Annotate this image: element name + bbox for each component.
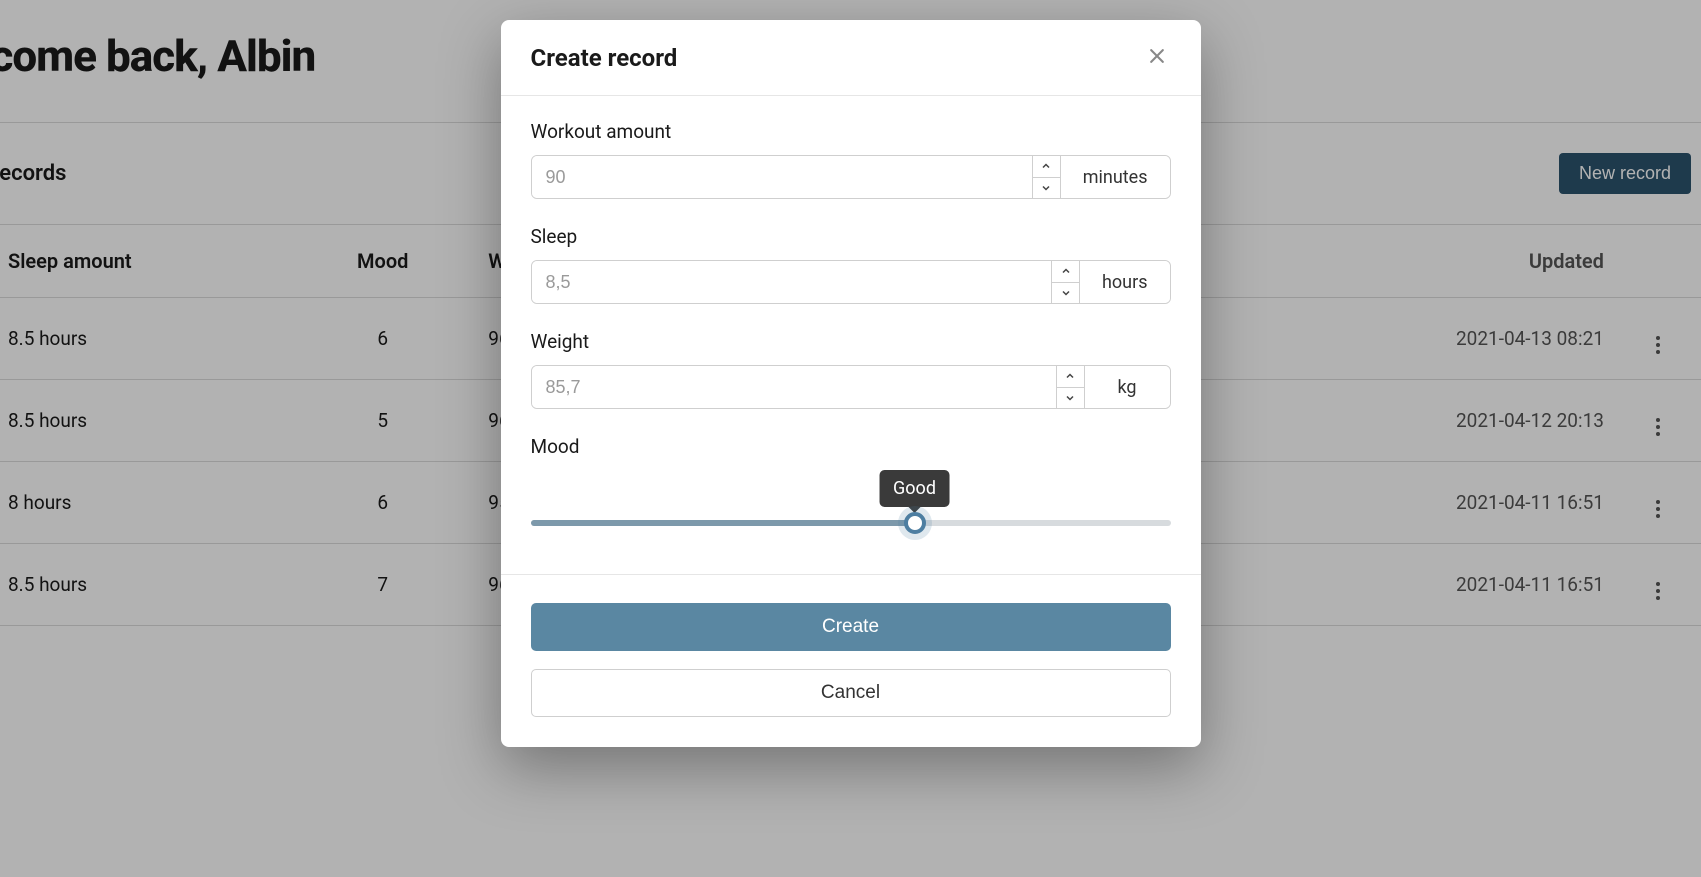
chevron-up-icon: [1064, 370, 1076, 382]
sleep-input[interactable]: [532, 261, 1052, 303]
sleep-step-up[interactable]: [1052, 261, 1079, 282]
weight-step-up[interactable]: [1057, 366, 1084, 387]
mood-slider-track[interactable]: [531, 520, 1171, 526]
field-sleep-label: Sleep: [531, 225, 1171, 248]
cancel-button[interactable]: Cancel: [531, 669, 1171, 717]
mood-slider-fill: [531, 520, 915, 526]
modal-footer: Create Cancel: [501, 574, 1201, 747]
modal-title: Create record: [531, 44, 678, 72]
weight-step-down[interactable]: [1057, 387, 1084, 409]
modal-header: Create record: [501, 20, 1201, 96]
modal-close-button[interactable]: [1143, 42, 1171, 73]
mood-slider[interactable]: Good: [531, 470, 1171, 540]
modal-overlay[interactable]: Create record Workout amount: [0, 0, 1701, 877]
chevron-down-icon: [1060, 287, 1072, 299]
sleep-step-down[interactable]: [1052, 282, 1079, 304]
chevron-down-icon: [1064, 392, 1076, 404]
modal-body: Workout amount minutes Slee: [501, 96, 1201, 574]
sleep-input-group: hours: [531, 260, 1171, 304]
sleep-stepper: [1051, 261, 1079, 303]
workout-input[interactable]: [532, 156, 1032, 198]
weight-input-group: kg: [531, 365, 1171, 409]
field-mood-label: Mood: [531, 435, 1171, 458]
workout-step-up[interactable]: [1033, 156, 1060, 177]
weight-unit: kg: [1084, 366, 1170, 408]
field-sleep: Sleep hours: [531, 225, 1171, 304]
close-icon: [1147, 46, 1167, 66]
weight-stepper: [1056, 366, 1084, 408]
field-weight: Weight kg: [531, 330, 1171, 409]
mood-slider-thumb[interactable]: [904, 512, 926, 534]
chevron-up-icon: [1060, 265, 1072, 277]
workout-unit: minutes: [1060, 156, 1170, 198]
workout-stepper: [1032, 156, 1060, 198]
field-mood: Mood Good: [531, 435, 1171, 540]
chevron-up-icon: [1040, 160, 1052, 172]
field-workout: Workout amount minutes: [531, 120, 1171, 199]
sleep-unit: hours: [1079, 261, 1170, 303]
weight-input[interactable]: [532, 366, 1056, 408]
workout-input-group: minutes: [531, 155, 1171, 199]
field-weight-label: Weight: [531, 330, 1171, 353]
workout-step-down[interactable]: [1033, 177, 1060, 199]
create-button[interactable]: Create: [531, 603, 1171, 651]
field-workout-label: Workout amount: [531, 120, 1171, 143]
mood-tooltip: Good: [879, 470, 950, 507]
chevron-down-icon: [1040, 182, 1052, 194]
create-record-modal: Create record Workout amount: [501, 20, 1201, 747]
